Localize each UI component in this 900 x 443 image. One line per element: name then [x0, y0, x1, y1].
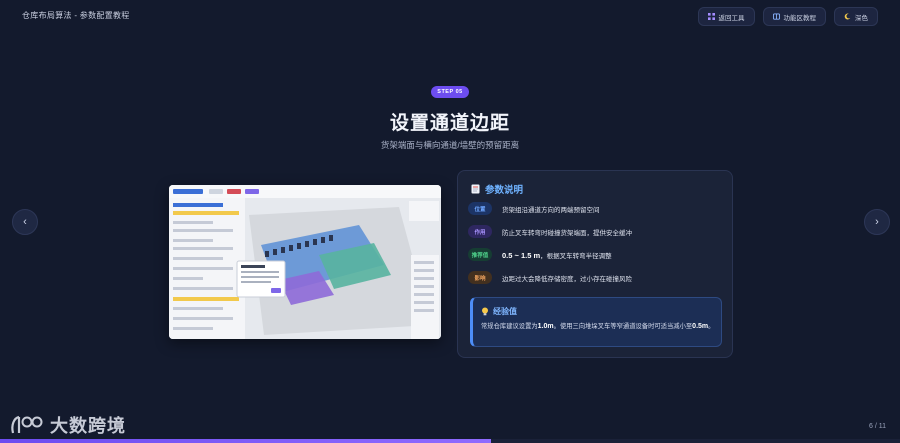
top-bar: 仓库布局算法 - 参数配置教程 返回工具 功能区教程 深色 — [0, 0, 900, 30]
param-row-impact: 影响 边距过大会降低存储密度，过小存在碰撞风险 — [468, 271, 632, 284]
progress-fill — [0, 439, 491, 443]
row-text-position: 货架组沿通道方向的两端预留空间 — [502, 206, 600, 214]
brand-logo-text: 大数跨境 — [50, 416, 126, 436]
tip-heading: 经验值 — [481, 306, 517, 317]
recommended-value: 0.5 ~ 1.5 m — [502, 250, 541, 260]
chevron-left-icon: ‹ — [23, 216, 27, 228]
step-badge: STEP 05 — [431, 86, 469, 98]
tip-text-part-1: 常规仓库建议设置为 — [481, 323, 538, 330]
brand-mark-icon — [11, 415, 43, 434]
panel-heading: 参数说明 — [471, 182, 523, 196]
chevron-right-icon: › — [875, 216, 879, 228]
param-row-purpose: 作用 防止叉车转弯时碰撞货架端面，提供安全缓冲 — [468, 225, 632, 238]
parameter-panel: 参数说明 位置 货架组沿通道方向的两端预留空间 作用 防止叉车转弯时碰撞货架端面… — [457, 170, 733, 358]
feature-tutorial-label: 功能区教程 — [783, 14, 817, 22]
lightbulb-icon — [482, 307, 488, 316]
tag-recommended: 推荐值 — [468, 248, 492, 261]
tip-heading-text: 经验值 — [493, 307, 517, 316]
row-text-impact: 边距过大会降低存储密度，过小存在碰撞风险 — [502, 275, 632, 283]
tip-value-1: 1.0m — [537, 323, 554, 330]
panel-heading-text: 参数说明 — [485, 185, 524, 196]
dark-mode-label: 深色 — [855, 14, 868, 22]
prev-slide-button[interactable]: ‹ — [12, 209, 38, 235]
book-icon — [772, 13, 780, 20]
tip-text: 常规仓库建议设置为1.0m。使用三向堆垛叉车等窄通道设备时可适当减小至0.5m。 — [481, 321, 717, 332]
brand-logo: 大数跨境 — [10, 412, 126, 438]
moon-icon — [844, 13, 851, 20]
recommended-note: ，根据叉车转弯半径调整 — [540, 252, 612, 260]
tip-text-part-3: 。 — [708, 323, 715, 330]
param-row-recommended: 推荐值 0.5 ~ 1.5 m，根据叉车转弯半径调整 — [468, 248, 612, 261]
row-text-purpose: 防止叉车转弯时碰撞货架端面，提供安全缓冲 — [502, 229, 632, 237]
back-to-tool-button[interactable]: 返回工具 — [697, 7, 755, 26]
dark-mode-toggle[interactable]: 深色 — [834, 7, 878, 26]
tip-text-part-2: 。使用三向堆垛叉车等窄通道设备时可适当减小至 — [553, 323, 693, 330]
feature-tutorial-button[interactable]: 功能区教程 — [762, 7, 826, 26]
slide-title: 设置通道边距 — [389, 113, 510, 134]
tag-purpose: 作用 — [468, 225, 492, 238]
back-to-tool-label: 返回工具 — [718, 14, 745, 22]
page-indicator: 6 / 11 — [869, 423, 886, 430]
slide-subtitle: 货架端面与横向通道/墙壁的预留距离 — [380, 140, 520, 150]
tutorial-screenshot — [169, 185, 441, 339]
experience-tip: 经验值 常规仓库建议设置为1.0m。使用三向堆垛叉车等窄通道设备时可适当减小至0… — [470, 297, 722, 347]
app-title: 仓库布局算法 - 参数配置教程 — [22, 11, 130, 20]
warehouse-app-preview-image — [169, 185, 441, 339]
tip-value-2: 0.5m — [692, 323, 709, 330]
tag-impact: 影响 — [468, 271, 492, 284]
top-actions: 返回工具 功能区教程 深色 — [697, 7, 878, 26]
param-row-position: 位置 货架组沿通道方向的两端预留空间 — [468, 202, 600, 215]
tag-position: 位置 — [468, 202, 492, 215]
row-text-recommended: 0.5 ~ 1.5 m，根据叉车转弯半径调整 — [502, 250, 612, 260]
progress-bar — [0, 439, 900, 443]
next-slide-button[interactable]: › — [864, 209, 890, 235]
grid-icon — [707, 13, 715, 20]
document-icon — [471, 184, 480, 194]
